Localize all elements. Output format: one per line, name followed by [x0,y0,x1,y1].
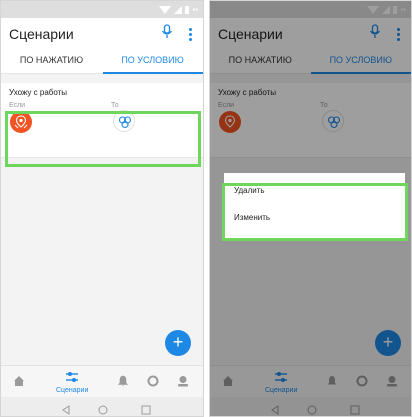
more-options-icon[interactable] [189,28,192,41]
phone-screen-context-menu: ▪▪ Сценарии ПО НАЖАТИЮ ПО УСЛОВИЮ Ухожу … [209,0,412,417]
tab-by-tap[interactable]: ПО НАЖАТИЮ [1,49,102,73]
home-icon[interactable] [13,374,25,392]
nav-label-scenarios: Сценарии [56,387,89,394]
scenarios-icon[interactable] [65,370,79,388]
phone-screen-list: ▪▪ Сценарии ПО НАЖАТИЮ ПО УСЛОВИЮ Ухожу … [0,0,204,417]
app-bar: Сценарии [1,18,203,49]
profile-icon[interactable] [177,374,189,392]
rule-card-highlight [5,111,201,167]
context-menu-highlight [222,183,408,241]
if-label: Если [9,102,26,109]
to-label: То [111,102,119,109]
back-icon[interactable] [61,402,71,416]
home-button-icon[interactable] [98,402,108,416]
devices-icon[interactable] [147,374,159,392]
tab-by-condition[interactable]: ПО УСЛОВИЮ [102,49,203,73]
clock-icon: ▪▪ [192,5,198,14]
recents-icon[interactable] [141,402,151,416]
status-bar: ▪▪ [1,1,203,18]
bottom-navigation: Сценарии [1,365,203,398]
notifications-icon[interactable] [117,374,129,392]
system-navigation-bar [1,397,203,416]
tab-bar: ПО НАЖАТИЮ ПО УСЛОВИЮ [1,49,203,74]
microphone-icon[interactable] [161,24,173,45]
signal-icon [174,5,183,14]
rule-name: Ухожу с работы [9,88,68,97]
page-title: Сценарии [9,26,74,42]
battery-icon [185,5,190,14]
wifi-icon [159,5,172,14]
status-icons: ▪▪ [159,5,198,14]
add-scenario-button[interactable]: + [165,330,191,356]
